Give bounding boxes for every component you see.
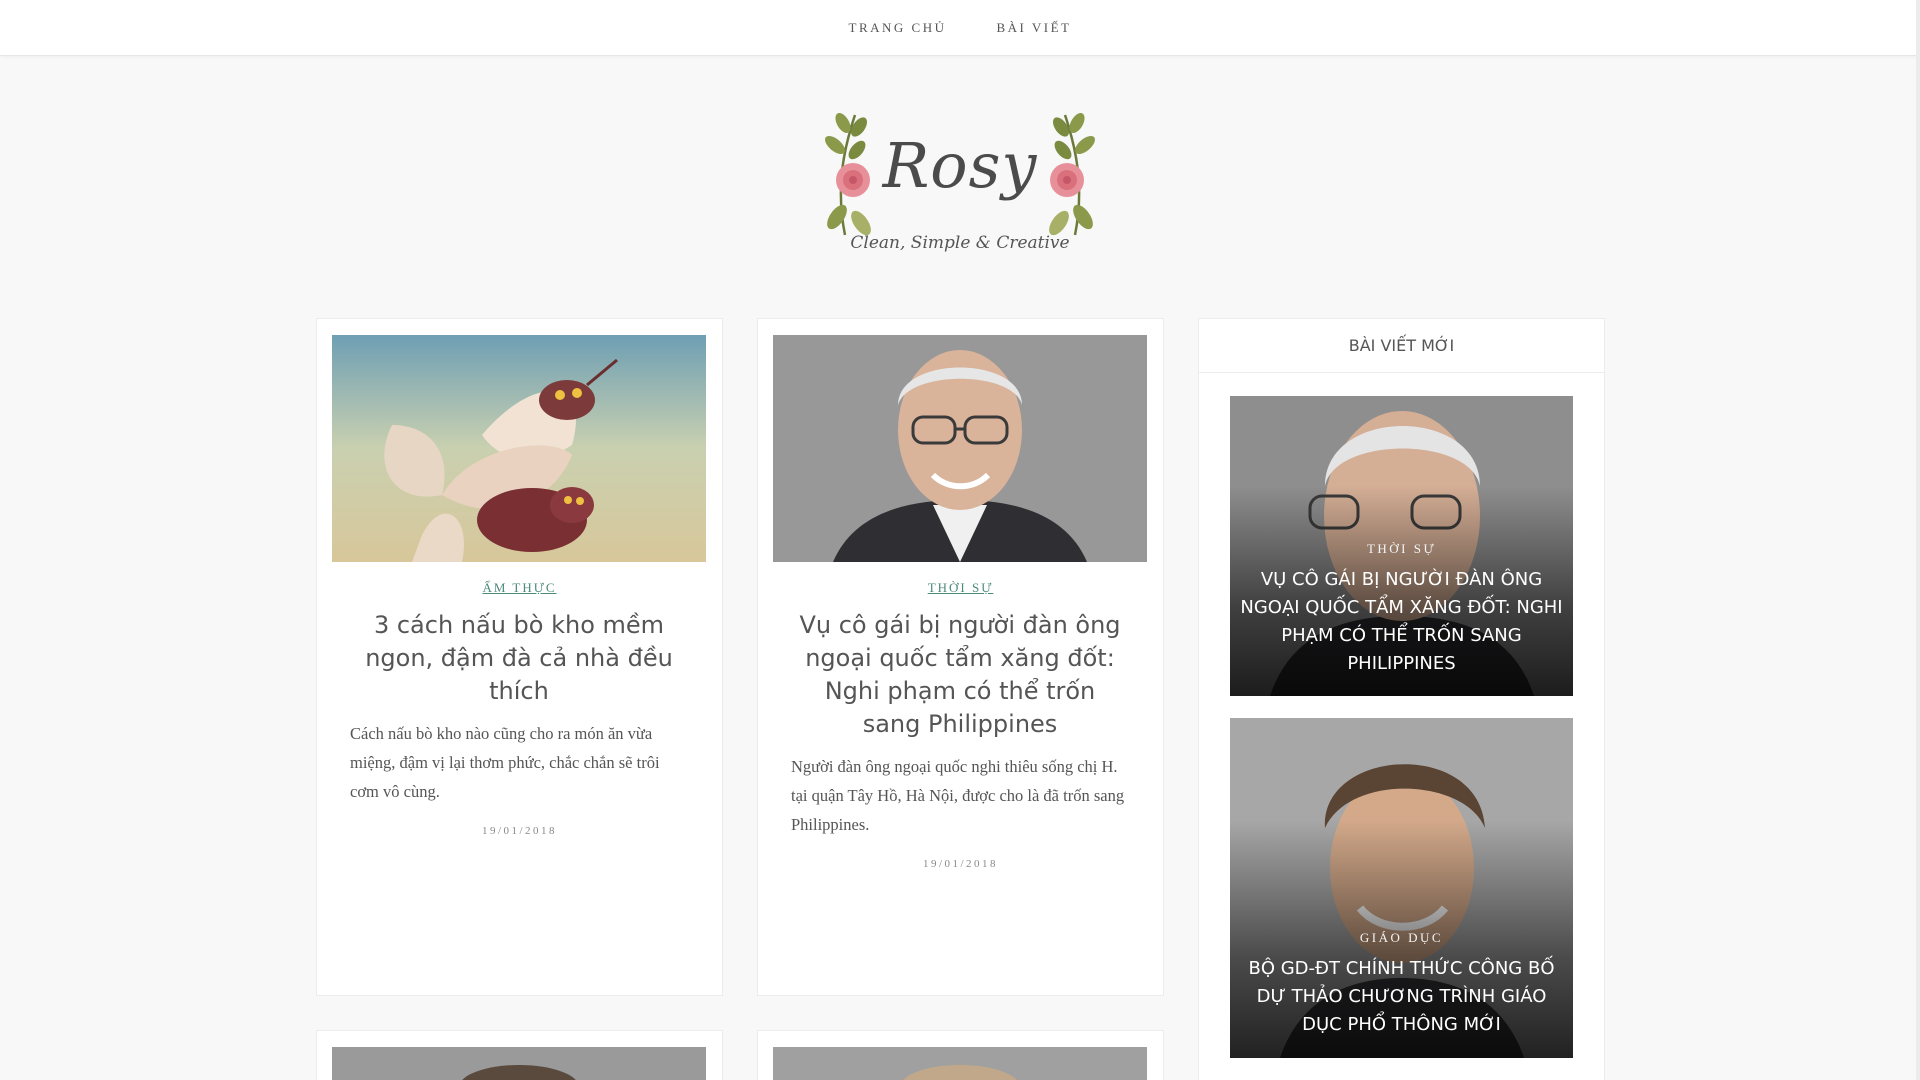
post-excerpt: Cách nấu bò kho nào cũng cho ra món ăn v… [350, 724, 660, 801]
post-excerpt: Người đàn ông ngoại quốc nghi thiêu sống… [791, 757, 1125, 834]
recent-posts-widget: BÀI VIẾT MỚI THỜI SỰ VỤ CÔ GÁI BỊ NGƯỜI … [1198, 318, 1605, 1080]
post-category[interactable]: THỜI SỰ [758, 580, 1163, 596]
post-thumbnail[interactable] [773, 1047, 1147, 1080]
post-card [316, 1030, 723, 1080]
post-title[interactable]: 3 cách nấu bò kho mềm ngon, đậm đà cả nh… [357, 609, 681, 708]
widget-title: BÀI VIẾT MỚI [1199, 319, 1604, 373]
recent-post-item[interactable]: THỜI SỰ VỤ CÔ GÁI BỊ NGƯỜI ĐÀN ÔNG NGOẠI… [1230, 396, 1573, 696]
nav-item-posts[interactable]: BÀI VIẾT [996, 20, 1071, 36]
recent-post-item[interactable]: GIÁO DỤC BỘ GD-ĐT CHÍNH THỨC CÔNG BỐ DỰ … [1230, 718, 1573, 1058]
post-thumbnail-bird-creature[interactable] [332, 335, 706, 562]
post-thumbnail[interactable] [332, 1047, 706, 1080]
right-floral-wreath-icon [1049, 113, 1095, 236]
recent-post-category[interactable]: GIÁO DỤC [1230, 930, 1573, 946]
post-date: 19/01/2018 [481, 825, 558, 837]
site-logo[interactable]: Rosy Clean, Simple & Creative [815, 105, 1105, 265]
nav-item-home[interactable]: TRANG CHỦ [849, 20, 947, 36]
post-title[interactable]: Vụ cô gái bị người đàn ông ngoại quốc tẩ… [798, 609, 1122, 741]
post-card: THỜI SỰ Vụ cô gái bị người đàn ông ngoại… [757, 318, 1164, 996]
post-card: ẨM THỰC 3 cách nấu bò kho mềm ngon, đậm … [316, 318, 723, 996]
recent-post-title[interactable]: VỤ CÔ GÁI BỊ NGƯỜI ĐÀN ÔNG NGOẠI QUỐC TẨ… [1240, 566, 1563, 678]
recent-post-title[interactable]: BỘ GD-ĐT CHÍNH THỨC CÔNG BỐ DỰ THẢO CHƯƠ… [1240, 955, 1563, 1039]
top-navigation: TRANG CHỦ BÀI VIẾT [0, 0, 1920, 56]
post-card [757, 1030, 1164, 1080]
recent-post-category[interactable]: THỜI SỰ [1230, 541, 1573, 557]
post-thumbnail-elderly-man[interactable] [773, 335, 1147, 562]
post-category[interactable]: ẨM THỰC [317, 580, 722, 596]
post-date: 19/01/2018 [922, 858, 999, 870]
scrollbar[interactable] [1916, 0, 1920, 1080]
